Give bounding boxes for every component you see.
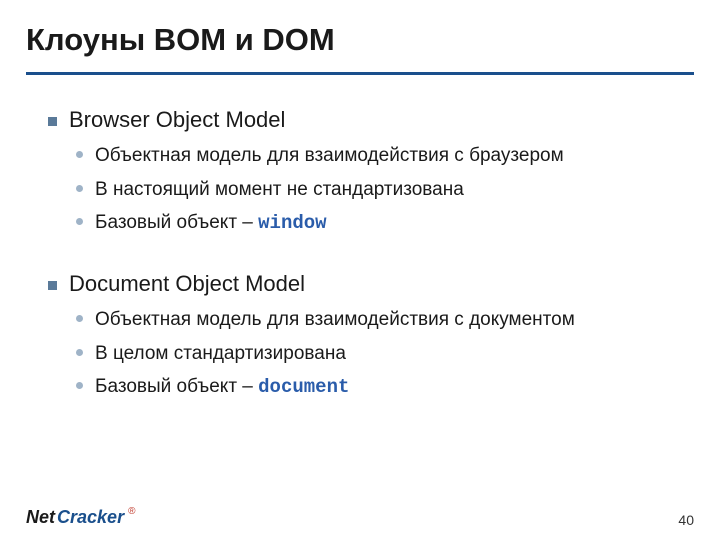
item-text: Объектная модель для взаимодействия с бр…	[95, 143, 564, 169]
item-text-prefix: Базовый объект –	[95, 212, 258, 233]
code-token: window	[258, 212, 326, 234]
dot-bullet-icon	[76, 315, 83, 322]
section-bom: Browser Object Model Объектная модель дл…	[48, 107, 720, 237]
logo-cracker-text: Cracker	[57, 507, 124, 528]
list-item: В целом стандартизирована	[76, 341, 720, 367]
item-text: Базовый объект – window	[95, 210, 327, 237]
dot-bullet-icon	[76, 185, 83, 192]
sub-list: Объектная модель для взаимодействия с до…	[48, 307, 720, 401]
logo-net-text: Net	[26, 507, 55, 528]
item-text: Объектная модель для взаимодействия с до…	[95, 307, 575, 333]
code-token: document	[258, 376, 349, 398]
square-bullet-icon	[48, 117, 57, 126]
dot-bullet-icon	[76, 382, 83, 389]
section-header: Browser Object Model	[48, 107, 720, 133]
slide-footer: NetCracker ® 40	[26, 507, 694, 528]
section-heading: Document Object Model	[69, 271, 305, 297]
square-bullet-icon	[48, 281, 57, 290]
dot-bullet-icon	[76, 218, 83, 225]
logo-mark-icon: ®	[128, 506, 135, 517]
dot-bullet-icon	[76, 151, 83, 158]
section-dom: Document Object Model Объектная модель д…	[48, 271, 720, 401]
section-heading: Browser Object Model	[69, 107, 285, 133]
item-text: В целом стандартизирована	[95, 341, 346, 367]
item-text: Базовый объект – document	[95, 374, 349, 401]
netcracker-logo: NetCracker ®	[26, 507, 135, 528]
slide-title: Клоуны BOM и DOM	[0, 0, 720, 58]
slide-content: Browser Object Model Объектная модель дл…	[0, 75, 720, 401]
list-item: Объектная модель для взаимодействия с бр…	[76, 143, 720, 169]
sub-list: Объектная модель для взаимодействия с бр…	[48, 143, 720, 237]
item-text: В настоящий момент не стандартизована	[95, 177, 464, 203]
page-number: 40	[678, 512, 694, 528]
item-text-prefix: Базовый объект –	[95, 376, 258, 397]
list-item: Объектная модель для взаимодействия с до…	[76, 307, 720, 333]
list-item: Базовый объект – document	[76, 374, 720, 401]
list-item: Базовый объект – window	[76, 210, 720, 237]
list-item: В настоящий момент не стандартизована	[76, 177, 720, 203]
dot-bullet-icon	[76, 349, 83, 356]
section-header: Document Object Model	[48, 271, 720, 297]
